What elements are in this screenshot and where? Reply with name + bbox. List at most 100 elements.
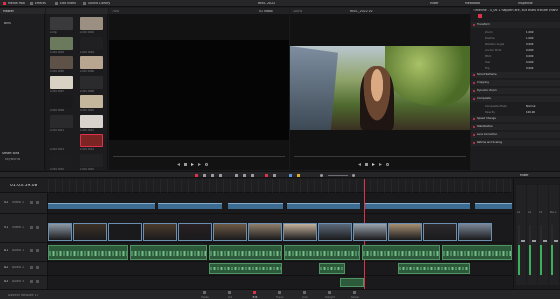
tab-mixer[interactable]: Mixer bbox=[430, 2, 439, 5]
audio-clip-a1[interactable] bbox=[130, 245, 207, 260]
video-clip-v1[interactable] bbox=[283, 223, 317, 241]
video-clip-v1[interactable] bbox=[318, 223, 352, 241]
insert-clip-icon[interactable] bbox=[235, 174, 238, 177]
stop-icon-2[interactable] bbox=[365, 163, 368, 166]
selection-tool-icon[interactable] bbox=[195, 174, 198, 177]
media-clip-thumbnail[interactable] bbox=[80, 17, 103, 30]
blade-tool-icon[interactable] bbox=[219, 174, 222, 177]
effects-icon[interactable] bbox=[30, 2, 33, 5]
video-clip-v1[interactable] bbox=[108, 223, 142, 241]
video-clip-v1[interactable] bbox=[178, 223, 212, 241]
solo-icon-a2[interactable] bbox=[36, 266, 39, 269]
page-nav-cut[interactable]: Cut bbox=[220, 290, 240, 299]
page-nav-fusion[interactable]: Fusion bbox=[270, 290, 290, 299]
play-icon-2[interactable] bbox=[372, 163, 375, 166]
lock-icon-v2[interactable] bbox=[30, 201, 33, 204]
loop-icon[interactable] bbox=[205, 163, 208, 166]
timeline-ruler[interactable] bbox=[48, 179, 512, 193]
section-toggle-icon[interactable] bbox=[473, 125, 475, 128]
overwrite-clip-icon[interactable] bbox=[243, 174, 246, 177]
inspector-value[interactable]: 0.000 bbox=[526, 55, 542, 58]
replace-clip-icon[interactable] bbox=[251, 174, 254, 177]
loop-icon-2[interactable] bbox=[386, 163, 389, 166]
video-tab-icon[interactable] bbox=[478, 14, 482, 18]
inspector-param-row[interactable]: Composite Mode Normal bbox=[471, 104, 560, 109]
edit-index-icon[interactable] bbox=[55, 2, 58, 5]
video-clip-v1[interactable] bbox=[213, 223, 247, 241]
tab-effects[interactable]: Effects bbox=[35, 2, 46, 5]
sidebar-item-bins[interactable]: Bins bbox=[4, 22, 11, 25]
tab-metadata[interactable]: Metadata bbox=[465, 2, 480, 5]
media-clip-thumbnail[interactable] bbox=[80, 75, 103, 89]
section-toggle-icon[interactable] bbox=[473, 89, 475, 92]
page-nav-icon[interactable] bbox=[328, 291, 331, 294]
inspector-section-header[interactable]: Smart Reframe bbox=[471, 72, 560, 78]
dynamic-trim-icon[interactable] bbox=[211, 174, 214, 177]
video-clip-v1[interactable] bbox=[73, 223, 107, 241]
section-toggle-icon[interactable] bbox=[473, 133, 475, 136]
inspector-param-row[interactable]: Position 1.000 bbox=[471, 36, 560, 41]
section-toggle-icon[interactable] bbox=[473, 141, 475, 144]
rewind-icon[interactable] bbox=[177, 163, 180, 166]
inspector-value[interactable]: 1.000 bbox=[526, 31, 542, 34]
tab-sound-library[interactable]: Sound Library bbox=[88, 2, 110, 5]
audio-clip-a1[interactable] bbox=[442, 245, 512, 260]
smart-bin-keywords[interactable]: Keywords bbox=[5, 158, 20, 161]
inspector-section-header[interactable]: Lens Correction bbox=[471, 132, 560, 138]
audio-clip-a1[interactable] bbox=[362, 245, 440, 260]
inspector-param-row[interactable]: Pitch 0.000 bbox=[471, 54, 560, 59]
mixer-fader[interactable] bbox=[532, 240, 536, 242]
inspector-section-header[interactable]: Dynamic Zoom bbox=[471, 88, 560, 94]
page-nav-icon[interactable] bbox=[353, 291, 356, 294]
video-clip-v2[interactable] bbox=[228, 203, 283, 209]
zoom-out-icon[interactable] bbox=[320, 174, 323, 177]
lock-icon-v1[interactable] bbox=[30, 226, 33, 229]
next-frame-icon[interactable] bbox=[379, 163, 382, 166]
media-clip-thumbnail[interactable] bbox=[50, 36, 73, 50]
inspector-param-row[interactable]: Opacity 100.00 bbox=[471, 110, 560, 115]
inspector-value[interactable]: 0.000 bbox=[526, 43, 542, 46]
video-clip-v1[interactable] bbox=[458, 223, 492, 241]
section-toggle-icon[interactable] bbox=[473, 81, 475, 84]
video-clip-v2[interactable] bbox=[287, 203, 360, 209]
audio-clip-a1[interactable] bbox=[209, 245, 282, 260]
solo-icon-a1[interactable] bbox=[36, 249, 39, 252]
inspector-section-header[interactable]: Stabilization bbox=[471, 124, 560, 130]
composite-mode-value[interactable]: Normal bbox=[526, 105, 535, 108]
media-clip-thumbnail[interactable] bbox=[80, 114, 103, 128]
mixer-fader[interactable] bbox=[521, 240, 525, 242]
page-nav-icon[interactable] bbox=[278, 291, 281, 294]
timecode-display[interactable]: 01:03:59:08 bbox=[10, 184, 37, 189]
mixer-fader[interactable] bbox=[554, 240, 558, 242]
mute-icon-a3[interactable] bbox=[30, 280, 33, 283]
audio-clip-a2[interactable] bbox=[209, 263, 282, 274]
media-clip-thumbnail[interactable] bbox=[50, 134, 73, 147]
timeline-scrubber[interactable] bbox=[294, 156, 466, 157]
inspector-section-header[interactable]: Cropping bbox=[471, 80, 560, 86]
page-nav-fairlight[interactable]: Fairlight bbox=[320, 290, 340, 299]
zoom-in-icon[interactable] bbox=[352, 174, 355, 177]
video-clip-v1[interactable] bbox=[248, 223, 282, 241]
page-nav-icon[interactable] bbox=[228, 291, 231, 294]
page-nav-icon[interactable] bbox=[253, 291, 256, 294]
mute-icon-a2[interactable] bbox=[30, 266, 33, 269]
media-clip-thumbnail[interactable] bbox=[80, 56, 103, 69]
source-zoom[interactable]: 74% bbox=[112, 10, 119, 13]
video-clip-v2[interactable] bbox=[475, 203, 512, 209]
page-nav-icon[interactable] bbox=[203, 291, 206, 294]
page-nav-media[interactable]: Media bbox=[195, 290, 215, 299]
tab-inspector[interactable]: Inspector bbox=[518, 2, 533, 5]
sound-library-icon[interactable] bbox=[83, 2, 86, 5]
inspector-value[interactable]: 0.000 bbox=[526, 49, 542, 52]
tab-media-pool[interactable]: Media Pool bbox=[8, 2, 25, 5]
marker-icon[interactable] bbox=[297, 174, 300, 177]
tab-edit-index[interactable]: Edit Index bbox=[60, 2, 76, 5]
media-clip-thumbnail[interactable] bbox=[50, 95, 73, 108]
video-clip-v2[interactable] bbox=[365, 203, 470, 209]
section-toggle-icon[interactable] bbox=[473, 117, 475, 120]
page-nav-color[interactable]: Color bbox=[295, 290, 315, 299]
inspector-section-header[interactable]: Composite bbox=[471, 96, 560, 102]
inspector-section-header[interactable]: Retime and Scaling bbox=[471, 140, 560, 146]
zoom-slider[interactable] bbox=[328, 175, 348, 176]
video-clip-v1[interactable] bbox=[423, 223, 457, 241]
